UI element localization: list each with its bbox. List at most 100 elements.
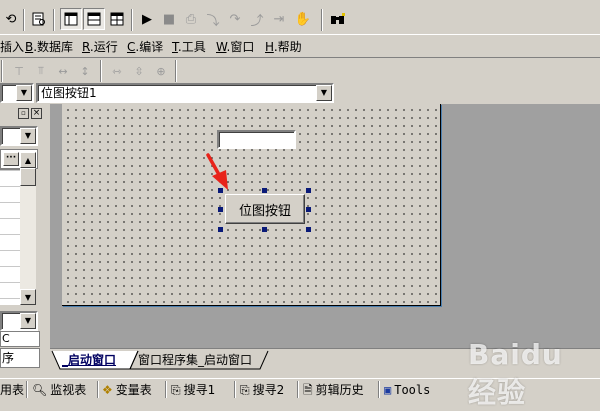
bitmap-button-control[interactable]: 位图按钮 <box>225 194 305 224</box>
toolbar-separator <box>53 9 55 31</box>
bottom-tab-clip-history-label: 剪辑历史 <box>315 383 364 397</box>
menu-run-label: .运行 <box>89 40 118 54</box>
menu-help-label: .帮助 <box>273 40 302 54</box>
bottom-separator <box>97 381 99 398</box>
window-icon: ▣ <box>384 383 392 397</box>
run-to-cursor-icon[interactable]: ⇥ <box>268 8 290 30</box>
left-selector-combo[interactable]: ▼ <box>0 83 34 103</box>
undo-icon[interactable]: ⟲ <box>0 8 22 30</box>
selection-handle-bc[interactable] <box>262 227 267 232</box>
menu-compile[interactable]: C.编译 <box>127 38 163 56</box>
run-icon[interactable]: ▶ <box>136 8 158 30</box>
menu-compile-label: .编译 <box>135 40 164 54</box>
bottom-tab-tools-label: Tools <box>394 383 431 397</box>
menu-database[interactable]: B.数据库 <box>25 38 73 56</box>
baidu-watermark: Baidu 经验 <box>468 338 563 409</box>
menu-window[interactable]: W.窗口 <box>216 38 254 56</box>
bottom-separator <box>378 381 380 398</box>
layout-window-icon[interactable] <box>60 8 82 30</box>
selection-handle-tr[interactable] <box>306 188 311 193</box>
breakpoint-hand-icon[interactable]: ✋ <box>292 8 314 30</box>
step-into-icon[interactable]: ⤵ <box>202 8 224 30</box>
scroll-down-icon[interactable]: ▼ <box>20 289 36 305</box>
selection-handle-tc[interactable] <box>262 188 267 193</box>
property-tip-label-2: 序 <box>0 348 40 368</box>
bottom-separator <box>297 381 299 398</box>
selection-handle-ml[interactable] <box>218 207 223 212</box>
center-icon[interactable]: ⊕ <box>150 60 172 82</box>
menu-run-key: R <box>82 40 90 54</box>
toolbar-separator <box>321 9 323 31</box>
layout-grid-icon[interactable] <box>106 8 128 30</box>
component-selector-value: 位图按钮1 <box>41 86 97 100</box>
find-binoculars-icon[interactable] <box>327 8 349 30</box>
search-results-icon: ⎘ <box>240 383 250 397</box>
same-width-icon[interactable]: ⇿ <box>106 60 128 82</box>
same-height-icon[interactable]: ⇳ <box>128 60 150 82</box>
property-grid[interactable] <box>0 169 20 305</box>
bottom-tab-calltable[interactable]: 用表 <box>0 381 24 399</box>
toolbar-separator <box>1 60 3 82</box>
chevron-down-icon[interactable]: ▼ <box>20 313 36 329</box>
ellipsis-button[interactable]: ··· <box>3 152 19 166</box>
preview-icon[interactable] <box>28 8 50 30</box>
scroll-up-icon[interactable]: ▲ <box>20 152 36 168</box>
component-selector[interactable]: 位图按钮1 ▼ <box>36 83 334 103</box>
search-results-icon: ⎘ <box>171 383 181 397</box>
selection-handle-mr[interactable] <box>306 207 311 212</box>
menu-tools[interactable]: T.工具 <box>172 38 206 56</box>
step-icon[interactable]: ⎙ <box>180 8 202 30</box>
bottom-tab-search2[interactable]: ⎘ 搜寻2 <box>240 381 284 399</box>
space-horizontal-icon[interactable]: ↔ <box>52 60 74 82</box>
bottom-tab-search2-label: 搜寻2 <box>252 383 285 397</box>
menu-database-label: .数据库 <box>33 40 74 54</box>
bottom-tab-tools[interactable]: ▣ Tools <box>384 381 430 399</box>
scroll-thumb[interactable] <box>20 168 36 186</box>
bottom-tab-search1[interactable]: ⎘ 搜寻1 <box>171 381 215 399</box>
toolbar-main: ⟲ ▶ ■ ⎙ ⤵ ↷ ⤴ ⇥ ✋ <box>0 8 600 32</box>
chevron-down-icon[interactable]: ▼ <box>16 85 32 101</box>
clipboard-icon: 🗎︎ <box>303 383 313 397</box>
bottom-separator <box>165 381 167 398</box>
step-over-icon[interactable]: ↷ <box>224 8 246 30</box>
layout-split-icon[interactable] <box>83 8 105 30</box>
chevron-down-icon[interactable]: ▼ <box>20 128 36 144</box>
chevron-down-icon[interactable]: ▼ <box>316 85 332 101</box>
restore-icon[interactable]: ▫ <box>18 108 29 119</box>
tab-startup-window[interactable]: _启动窗口 <box>62 352 116 370</box>
variables-icon: ❖ <box>102 383 113 397</box>
space-vertical-icon[interactable]: ↕ <box>74 60 96 82</box>
toolbar-separator <box>131 9 133 31</box>
menu-help[interactable]: H.帮助 <box>265 38 302 56</box>
property-scrollbar[interactable]: ▲ ▼ <box>20 152 36 305</box>
magnifier-icon: 🔍︎ <box>32 383 48 397</box>
bottom-tab-watch-label: 监视表 <box>50 383 87 397</box>
align-top-icon[interactable]: ⊤ <box>8 60 30 82</box>
stop-icon[interactable]: ■ <box>158 8 180 30</box>
toolbar-separator <box>175 60 177 82</box>
selection-handle-bl[interactable] <box>218 227 223 232</box>
tab-window-program[interactable]: 窗口程序集_启动窗口 <box>138 352 252 370</box>
menu-tools-label: .工具 <box>177 40 206 54</box>
menu-run[interactable]: R.运行 <box>82 38 118 56</box>
bottom-tab-variables-label: 变量表 <box>115 383 152 397</box>
bottom-tab-clip-history[interactable]: 🗎︎ 剪辑历史 <box>303 381 364 399</box>
alignment-toolbar: ⊤ ⫪ ↔ ↕ ⇿ ⇳ ⊕ <box>0 60 600 82</box>
align-middle-icon[interactable]: ⫪ <box>30 60 52 82</box>
property-object-combo[interactable]: ▼ <box>0 126 38 146</box>
menu-insert[interactable]: 插入 <box>0 38 24 56</box>
menu-database-key: B <box>25 40 34 54</box>
step-out-icon[interactable]: ⤴ <box>246 8 268 30</box>
toolbar-separator <box>23 9 25 31</box>
bottom-tab-watch[interactable]: 🔍︎ 监视表 <box>32 381 86 399</box>
bottom-tab-variables[interactable]: ❖ 变量表 <box>102 381 152 399</box>
bottom-tab-calltable-label: 用表 <box>0 383 25 397</box>
close-icon[interactable]: × <box>31 108 42 119</box>
bottom-tab-search1-label: 搜寻1 <box>183 383 216 397</box>
selection-handle-br[interactable] <box>306 227 311 232</box>
annotation-arrow-icon <box>206 153 228 190</box>
bitmap-button-label: 位图按钮 <box>238 203 291 219</box>
menu-window-key: W <box>216 40 227 54</box>
edit-box-control[interactable] <box>217 130 296 149</box>
property-bottom-combo[interactable]: ▼ <box>0 311 38 331</box>
